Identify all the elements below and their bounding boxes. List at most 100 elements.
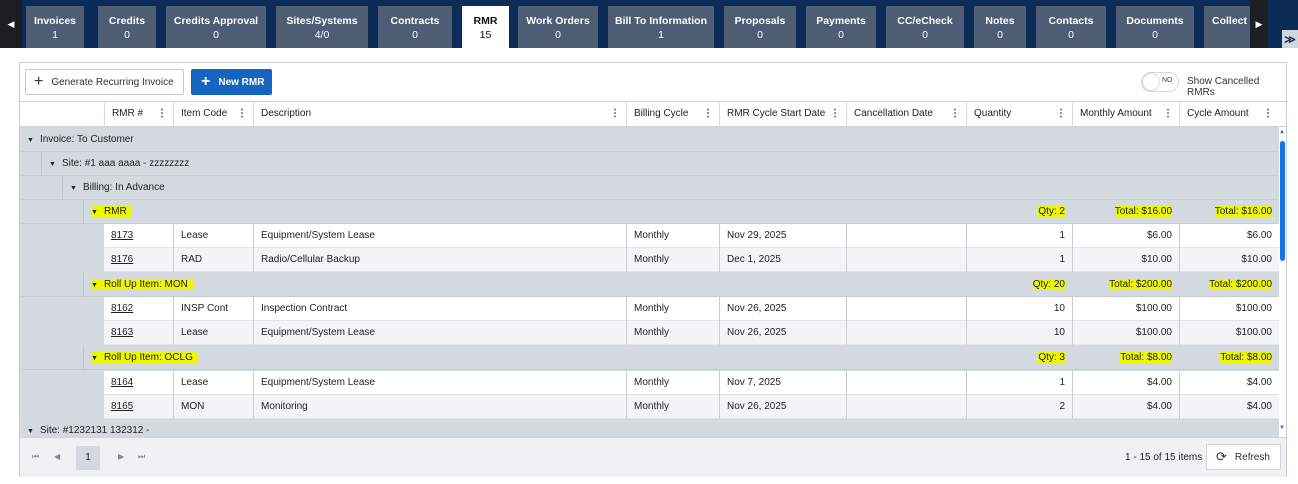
button-label: New RMR xyxy=(218,76,265,88)
table-row[interactable]: 8163 Lease Equipment/System Lease Monthl… xyxy=(104,321,1279,345)
tab-rmr[interactable]: RMR 15 xyxy=(462,6,509,48)
refresh-icon: ⟳ xyxy=(1216,449,1227,464)
kebab-menu-icon[interactable]: ⋮ xyxy=(1056,102,1066,126)
table-row[interactable]: 8162 INSP Cont Inspection Contract Month… xyxy=(104,297,1279,321)
group-label: ▼ Roll Up Item: OCLG xyxy=(83,346,383,370)
start-date-cell: Nov 26, 2025 xyxy=(719,321,846,345)
table-row[interactable]: 8165 MON Monitoring Monthly Nov 26, 2025… xyxy=(104,395,1279,419)
rmr-link[interactable]: 8165 xyxy=(111,401,133,412)
chevron-double-down-icon[interactable]: ≫ xyxy=(1282,30,1298,48)
table-row[interactable]: 8176 RAD Radio/Cellular Backup Monthly D… xyxy=(104,248,1279,272)
rmr-link[interactable]: 8173 xyxy=(111,230,133,241)
pager: ⏮ ◀ 1 ▶ ⏭ 1 - 15 of 15 items ⟳ Refresh xyxy=(20,437,1286,477)
kebab-menu-icon[interactable]: ⋮ xyxy=(237,102,247,126)
caret-down-icon[interactable]: ▼ xyxy=(91,347,98,370)
cancel-date-cell xyxy=(846,248,966,272)
description-cell: Monitoring xyxy=(253,395,626,419)
rmr-link[interactable]: 8164 xyxy=(111,377,133,388)
header-label: RMR # xyxy=(112,108,144,119)
header-label: Monthly Amount xyxy=(1080,108,1152,119)
scroll-right-icon[interactable]: ▶ xyxy=(1250,0,1268,48)
caret-down-icon[interactable]: ▼ xyxy=(27,129,34,152)
quantity-cell: 10 xyxy=(966,297,1072,321)
tab-proposals[interactable]: Proposals 0 xyxy=(724,6,796,48)
caret-down-icon[interactable]: ▼ xyxy=(70,177,77,200)
group-monthly-total: Total: $16.00 xyxy=(1072,200,1179,224)
group-row-oclg[interactable]: ▼ Roll Up Item: OCLG Qty: 3 Total: $8.00 … xyxy=(20,346,1278,370)
prev-page-icon[interactable]: ◀ xyxy=(54,452,60,461)
rmr-link[interactable]: 8163 xyxy=(111,327,133,338)
scroll-down-icon[interactable]: ▼ xyxy=(1279,425,1285,431)
current-page[interactable]: 1 xyxy=(76,446,100,470)
tab-credits[interactable]: Credits 0 xyxy=(98,6,156,48)
kebab-menu-icon[interactable]: ⋮ xyxy=(703,102,713,126)
kebab-menu-icon[interactable]: ⋮ xyxy=(1163,102,1173,126)
toggle-state: NO xyxy=(1162,77,1173,84)
rmr-link[interactable]: 8162 xyxy=(111,303,133,314)
scroll-up-icon[interactable]: ▲ xyxy=(1279,129,1285,135)
table-row[interactable]: 8173 Lease Equipment/System Lease Monthl… xyxy=(104,224,1279,248)
item-code-cell: MON xyxy=(173,395,253,419)
tab-label: Notes xyxy=(985,15,1015,27)
header-rmr-number[interactable]: RMR # ⋮ xyxy=(104,102,173,126)
tab-contracts[interactable]: Contracts 0 xyxy=(378,6,452,48)
group-row-rmr[interactable]: ▼ RMR Qty: 2 Total: $16.00 Total: $16.00 xyxy=(20,200,1278,224)
rmr-number-cell: 8165 xyxy=(104,395,173,419)
refresh-button[interactable]: ⟳ Refresh xyxy=(1206,444,1281,470)
tab-cc-echeck[interactable]: CC/eCheck 0 xyxy=(886,6,964,48)
first-page-icon[interactable]: ⏮ xyxy=(32,452,39,462)
caret-down-icon[interactable]: ▼ xyxy=(49,153,56,176)
caret-down-icon[interactable]: ▼ xyxy=(91,201,98,224)
group-row-mon[interactable]: ▼ Roll Up Item: MON Qty: 20 Total: $200.0… xyxy=(20,273,1278,297)
caret-down-icon[interactable]: ▼ xyxy=(91,274,98,297)
kebab-menu-icon[interactable]: ⋮ xyxy=(950,102,960,126)
kebab-menu-icon[interactable]: ⋮ xyxy=(1263,102,1273,126)
header-monthly-amount[interactable]: Monthly Amount ⋮ xyxy=(1072,102,1179,126)
header-cycle-amount[interactable]: Cycle Amount ⋮ xyxy=(1179,102,1279,126)
header-cancellation-date[interactable]: Cancellation Date ⋮ xyxy=(846,102,966,126)
group-label: ▼ RMR xyxy=(83,200,383,224)
scrollbar-thumb[interactable] xyxy=(1280,141,1285,261)
header-description[interactable]: Description ⋮ xyxy=(253,102,626,126)
cycle-amount-cell: $100.00 xyxy=(1179,321,1279,345)
tab-credits-approval[interactable]: Credits Approval 0 xyxy=(166,6,266,48)
tab-invoices[interactable]: Invoices 1 xyxy=(26,6,84,48)
new-rmr-button[interactable]: + New RMR xyxy=(191,69,272,95)
next-page-icon[interactable]: ▶ xyxy=(118,452,124,461)
group-cycle-total: Total: $8.00 xyxy=(1179,346,1279,370)
rmr-link[interactable]: 8176 xyxy=(111,254,133,265)
item-code-cell: Lease xyxy=(173,224,253,248)
tab-sites-systems[interactable]: Sites/Systems 4/0 xyxy=(276,6,368,48)
header-quantity[interactable]: Quantity ⋮ xyxy=(966,102,1072,126)
tab-count: 1 xyxy=(658,29,664,41)
table-row[interactable]: 8164 Lease Equipment/System Lease Monthl… xyxy=(104,371,1279,395)
group-row-billing[interactable]: ▼ Billing: In Advance xyxy=(20,176,1278,200)
group-row-site[interactable]: ▼ Site: #1 aaa aaaa - zzzzzzzz xyxy=(20,152,1278,176)
group-cycle-total: Total: $200.00 xyxy=(1179,273,1279,297)
caret-down-icon[interactable]: ▼ xyxy=(27,420,34,437)
show-cancelled-toggle[interactable]: NO xyxy=(1141,72,1179,92)
group-row-invoice[interactable]: ▼ Invoice: To Customer xyxy=(20,128,1278,152)
header-billing-cycle[interactable]: Billing Cycle ⋮ xyxy=(626,102,719,126)
tab-count: 15 xyxy=(479,29,492,41)
tab-work-orders[interactable]: Work Orders 0 xyxy=(518,6,598,48)
tab-payments[interactable]: Payments 0 xyxy=(806,6,876,48)
rmr-number-cell: 8164 xyxy=(104,371,173,395)
tab-documents[interactable]: Documents 0 xyxy=(1116,6,1194,48)
tab-bill-to-information[interactable]: Bill To Information 1 xyxy=(608,6,714,48)
grid-header: RMR # ⋮ Item Code ⋮ Description ⋮ Billing C… xyxy=(20,101,1286,127)
kebab-menu-icon[interactable]: ⋮ xyxy=(157,102,167,126)
last-page-icon[interactable]: ⏭ xyxy=(138,452,145,462)
tab-contacts[interactable]: Contacts 0 xyxy=(1036,6,1106,48)
header-rmr-cycle-start-date[interactable]: RMR Cycle Start Date ⋮ xyxy=(719,102,846,126)
kebab-menu-icon[interactable]: ⋮ xyxy=(830,102,840,126)
kebab-menu-icon[interactable]: ⋮ xyxy=(610,102,620,126)
scroll-left-icon[interactable]: ◀ xyxy=(0,0,22,48)
start-date-cell: Nov 26, 2025 xyxy=(719,297,846,321)
header-item-code[interactable]: Item Code ⋮ xyxy=(173,102,253,126)
generate-recurring-invoice-button[interactable]: + Generate Recurring Invoice xyxy=(25,69,184,95)
tab-notes[interactable]: Notes 0 xyxy=(974,6,1026,48)
vertical-scrollbar[interactable]: ▲ ▼ xyxy=(1279,127,1286,437)
tab-collect[interactable]: Collect xyxy=(1204,6,1250,48)
group-row-site[interactable]: ▼ Site: #1232131 132312 - xyxy=(20,419,1278,437)
